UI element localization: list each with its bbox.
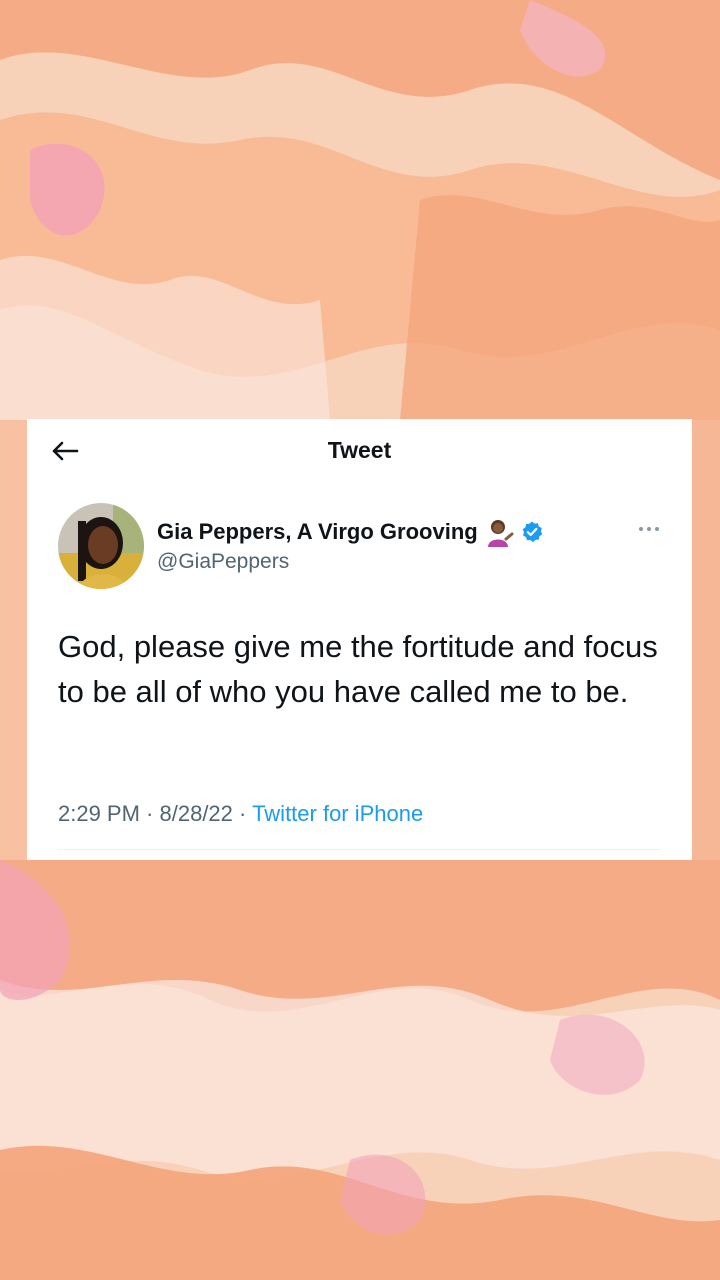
page-title: Tweet	[327, 437, 392, 463]
meta-separator: ·	[139, 801, 160, 826]
tweet-date[interactable]: 8/28/22	[160, 801, 233, 826]
tweet-card: Tweet Gia Peppers, A Virgo Grooving @Gia…	[27, 419, 692, 860]
more-options-icon	[639, 527, 659, 531]
divider	[58, 849, 661, 850]
tweet-time[interactable]: 2:29 PM	[58, 801, 140, 826]
tweet-source-link[interactable]: Twitter for iPhone	[252, 801, 423, 826]
meta-separator: ·	[232, 801, 253, 826]
tweet-header: Tweet	[27, 419, 692, 483]
verified-badge-icon	[522, 521, 542, 543]
tweet-metadata: 2:29 PM · 8/28/22 · Twitter for iPhone	[58, 801, 423, 827]
avatar[interactable]	[58, 503, 144, 589]
author-name-row: Gia Peppers, A Virgo Grooving	[157, 517, 544, 547]
author-name[interactable]: Gia Peppers, A Virgo Grooving	[157, 519, 478, 545]
more-options-button[interactable]	[632, 519, 666, 539]
tweet-text: God, please give me the fortitude and fo…	[58, 629, 658, 709]
woman-tipping-hand-icon	[487, 520, 514, 547]
author-handle[interactable]: @GiaPeppers	[157, 550, 289, 574]
